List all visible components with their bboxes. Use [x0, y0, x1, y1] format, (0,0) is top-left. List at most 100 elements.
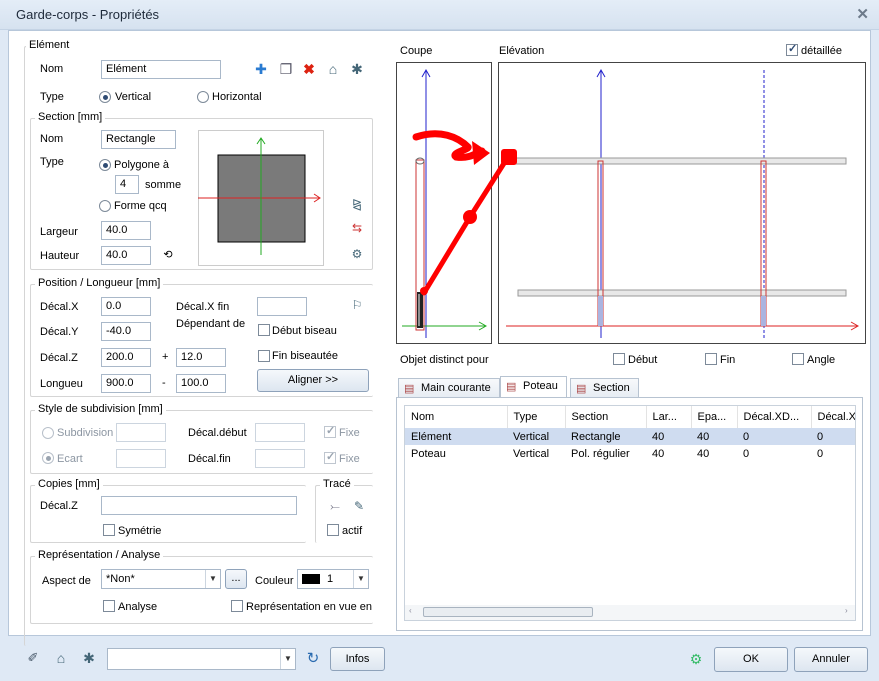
decalx-input[interactable]: 0.0 [101, 297, 151, 316]
longueur-input[interactable]: 900.0 [101, 374, 151, 393]
rotate-section-icon[interactable]: ⟲ [158, 245, 178, 265]
scrollbar-thumb[interactable] [423, 607, 593, 617]
vertical-radio[interactable] [99, 91, 111, 103]
cell: Elément [405, 428, 507, 445]
aligner-button[interactable]: Aligner >> [257, 369, 369, 392]
add-icon[interactable]: ✚ [251, 59, 271, 79]
aspect-combo[interactable]: *Non* ▼ [101, 569, 221, 589]
hauteur-label: Hauteur [40, 250, 80, 262]
ecart-input[interactable] [116, 449, 166, 468]
table-row[interactable]: Poteau Vertical Pol. régulier 40 40 0 0 [405, 445, 855, 462]
debut-checkbox[interactable] [613, 353, 625, 365]
footer-save-icon[interactable]: ✱ [79, 648, 99, 668]
trace-pen-icon[interactable]: ✎ [349, 496, 369, 516]
decaly-input[interactable]: -40.0 [101, 322, 151, 341]
col-epaisseur[interactable]: Epa... [691, 406, 738, 428]
settings-icon[interactable]: ⚙ [686, 649, 706, 669]
delete-icon[interactable]: ✖ [299, 59, 319, 79]
save-favorite-icon[interactable]: ✱ [347, 59, 367, 79]
section-nom-input[interactable]: Rectangle [101, 130, 176, 149]
tab-poteau[interactable]: ▤ Poteau [500, 376, 567, 398]
scroll-left-icon[interactable]: ‹ [409, 606, 412, 615]
debut-biseau-checkbox[interactable] [258, 324, 270, 336]
tab-section[interactable]: ▤ Section [570, 378, 639, 398]
polygone-radio[interactable] [99, 159, 111, 171]
col-largeur[interactable]: Lar... [646, 406, 692, 428]
representation-group-frame [30, 556, 373, 624]
aspect-value: *Non* [106, 573, 135, 585]
cell: Vertical [507, 428, 565, 445]
tab-main-courante[interactable]: ▤ Main courante [398, 378, 500, 398]
aspect-dropdown-icon[interactable]: ▼ [205, 570, 220, 588]
horizontal-radio[interactable] [197, 91, 209, 103]
forme-qcq-radio[interactable] [99, 200, 111, 212]
horizontal-label: Horizontal [212, 91, 262, 103]
couleur-combo[interactable]: 1 ▼ [297, 569, 369, 589]
element-nom-input[interactable]: Elément [101, 60, 221, 79]
components-table-frame: Nom Type Section Lar... Epa... Décal.XD.… [404, 405, 856, 621]
col-decal-xd[interactable]: Décal.XD... [737, 406, 812, 428]
col-section[interactable]: Section [565, 406, 647, 428]
pipette-icon[interactable]: ✐ [23, 648, 43, 668]
section-icon: ▤ [576, 383, 587, 395]
annuler-button[interactable]: Annuler [794, 647, 868, 672]
poteau-icon: ▤ [506, 381, 517, 393]
table-header-row: Nom Type Section Lar... Epa... Décal.XD.… [405, 406, 856, 428]
couleur-dropdown-icon[interactable]: ▼ [353, 570, 368, 588]
cell: 0 [737, 428, 811, 445]
cell: 40 [691, 428, 737, 445]
tab-main-courante-label: Main courante [421, 382, 491, 394]
flip-icon[interactable]: ⇆ [347, 218, 367, 238]
copies-decalz-input[interactable] [101, 496, 297, 515]
actif-checkbox[interactable] [327, 524, 339, 536]
favorites-combo[interactable]: ▼ [107, 648, 296, 670]
table-row[interactable]: Elément Vertical Rectangle 40 40 0 0 [405, 428, 855, 445]
section-catalog-icon[interactable]: ⚙ [347, 244, 367, 264]
horizontal-scrollbar[interactable]: ‹ › [405, 605, 855, 620]
hauteur-input[interactable]: 40.0 [101, 246, 151, 265]
ok-button[interactable]: OK [714, 647, 788, 672]
col-type[interactable]: Type [507, 406, 566, 428]
subdivision-input[interactable] [116, 423, 166, 442]
aspect-more-button[interactable]: ... [225, 569, 247, 589]
symetrie-label: Symétrie [118, 525, 162, 537]
reset-icon[interactable]: ↻ [303, 649, 323, 669]
fin-checkbox[interactable] [705, 353, 717, 365]
col-decal-x[interactable]: Décal.X [811, 406, 856, 428]
trace-pick-icon[interactable]: ⤚ [325, 496, 345, 516]
decal-debut-input[interactable] [255, 423, 305, 442]
fixe-fin-checkbox[interactable] [324, 450, 336, 464]
longueur-minus-input[interactable]: 100.0 [176, 374, 226, 393]
ecart-radio[interactable] [42, 452, 54, 464]
main-courante-icon: ▤ [404, 383, 415, 395]
fin-biseau-checkbox[interactable] [258, 350, 270, 362]
angle-checkbox[interactable] [792, 353, 804, 365]
symetrie-checkbox[interactable] [103, 524, 115, 536]
decal-fin-input[interactable] [255, 449, 305, 468]
subdivision-radio[interactable] [42, 427, 54, 439]
decalz-input[interactable]: 200.0 [101, 348, 151, 367]
footer-open-icon[interactable]: ⌂ [51, 648, 71, 668]
favorites-dropdown-icon[interactable]: ▼ [280, 649, 295, 669]
mirror-icon[interactable]: ⧎ [347, 194, 367, 214]
detaillee-checkbox[interactable] [786, 42, 798, 56]
fixe-debut-checkbox[interactable] [324, 424, 336, 438]
debut-biseau-label: Début biseau [272, 325, 337, 337]
close-icon[interactable]: ✕ [856, 5, 869, 23]
repr-vue-checkbox[interactable] [231, 600, 243, 612]
pick-position-icon[interactable]: ⚐ [347, 295, 367, 315]
sommets-input[interactable]: 4 [115, 175, 139, 194]
open-folder-icon[interactable]: ⌂ [323, 59, 343, 79]
elevation-view [498, 62, 866, 344]
col-nom[interactable]: Nom [405, 406, 508, 428]
copy-icon[interactable]: ❐ [276, 59, 296, 79]
analyse-checkbox[interactable] [103, 600, 115, 612]
cell: 40 [646, 428, 691, 445]
largeur-input[interactable]: 40.0 [101, 221, 151, 240]
infos-button[interactable]: Infos [330, 647, 385, 671]
detaillee-label: détaillée [801, 45, 842, 57]
decalz-plus-input[interactable]: 12.0 [176, 348, 226, 367]
decalx-fin-input[interactable] [257, 297, 307, 316]
tab-poteau-label: Poteau [523, 380, 558, 392]
scroll-right-icon[interactable]: › [845, 606, 848, 615]
